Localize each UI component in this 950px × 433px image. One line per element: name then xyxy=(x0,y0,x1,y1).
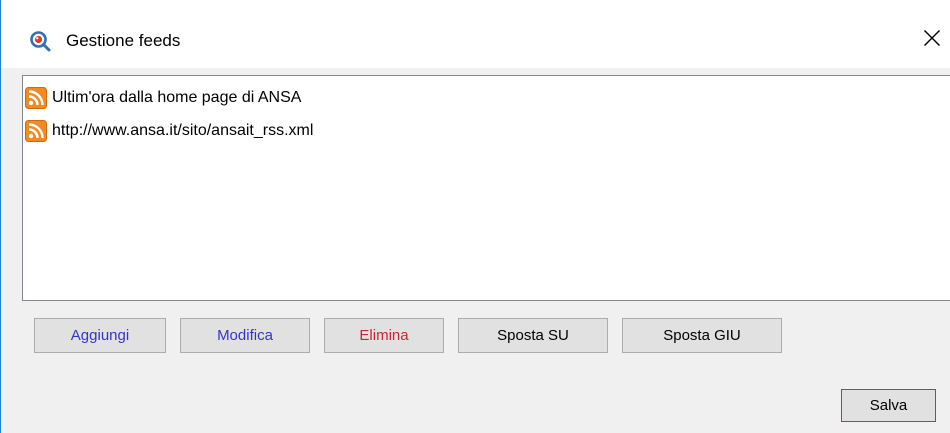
rss-icon xyxy=(25,120,47,142)
edit-button[interactable]: Modifica xyxy=(180,318,310,353)
feed-list[interactable]: Ultim'ora dalla home page di ANSA http:/… xyxy=(22,75,950,301)
add-button[interactable]: Aggiungi xyxy=(34,318,166,353)
move-up-button[interactable]: Sposta SU xyxy=(458,318,608,353)
title-bar: Gestione feeds xyxy=(1,0,950,68)
move-down-button[interactable]: Sposta GIU xyxy=(622,318,782,353)
magnifier-icon xyxy=(29,30,51,52)
save-button[interactable]: Salva xyxy=(841,389,936,422)
window-title: Gestione feeds xyxy=(66,31,181,50)
close-button[interactable] xyxy=(919,27,945,53)
feed-label: Ultim'ora dalla home page di ANSA xyxy=(52,89,302,106)
feeds-dialog: Gestione feeds Ultim'ora dalla home page… xyxy=(0,0,950,433)
delete-button[interactable]: Elimina xyxy=(324,318,444,353)
close-icon xyxy=(923,29,941,52)
feed-label: http://www.ansa.it/sito/ansait_rss.xml xyxy=(52,122,314,139)
list-item[interactable]: http://www.ansa.it/sito/ansait_rss.xml xyxy=(25,119,313,143)
list-item[interactable]: Ultim'ora dalla home page di ANSA xyxy=(25,86,301,110)
rss-icon xyxy=(25,87,47,109)
